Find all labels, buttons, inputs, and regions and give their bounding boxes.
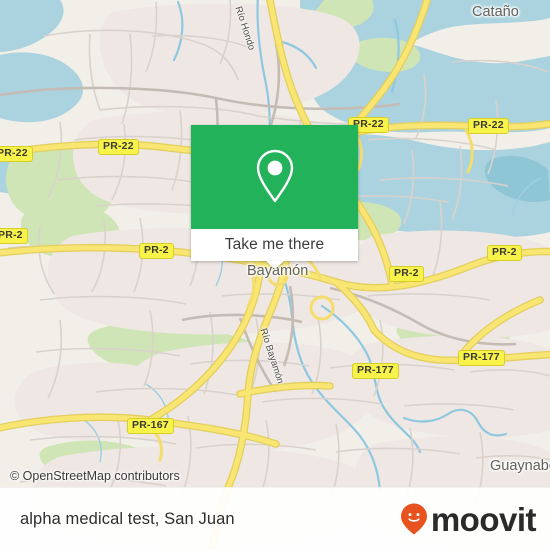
place-label-guaynabo: Guaynabo (490, 458, 550, 474)
road-shield: PR-22 (0, 146, 33, 162)
road-shield: PR-177 (352, 363, 399, 379)
road-shield: PR-2 (389, 266, 424, 282)
footer-bar: alpha medical test, San Juan moovit (0, 487, 550, 550)
road-shield: PR-2 (0, 228, 28, 244)
road-shield: PR-22 (468, 118, 509, 134)
map-pin-icon (256, 149, 293, 203)
road-shield: PR-2 (139, 243, 174, 259)
moovit-brand[interactable]: moovit (399, 500, 537, 538)
moovit-smiley-pin-icon (400, 503, 427, 535)
road-shield: PR-167 (127, 418, 174, 434)
moovit-wordmark: moovit (430, 500, 537, 538)
take-me-there-button[interactable]: Take me there (191, 229, 358, 261)
road-shield: PR-22 (98, 139, 139, 155)
road-shield: PR-177 (458, 350, 505, 366)
moovit-map-screenshot: PR-22 PR-22 PR-22 PR-22 PR-2 PR-2 PR-2 P… (0, 0, 550, 550)
road-shield: PR-2 (487, 245, 522, 261)
callout-pointer-tail (265, 261, 284, 269)
location-title: alpha medical test, San Juan (20, 509, 235, 528)
take-me-there-callout[interactable]: Take me there (191, 125, 358, 269)
map-attribution[interactable]: © OpenStreetMap contributors (10, 469, 180, 483)
callout-icon-area (191, 125, 358, 229)
take-me-there-label: Take me there (224, 236, 325, 253)
map-canvas[interactable]: PR-22 PR-22 PR-22 PR-22 PR-2 PR-2 PR-2 P… (0, 0, 550, 550)
place-label-catano: Cataño (472, 4, 519, 20)
